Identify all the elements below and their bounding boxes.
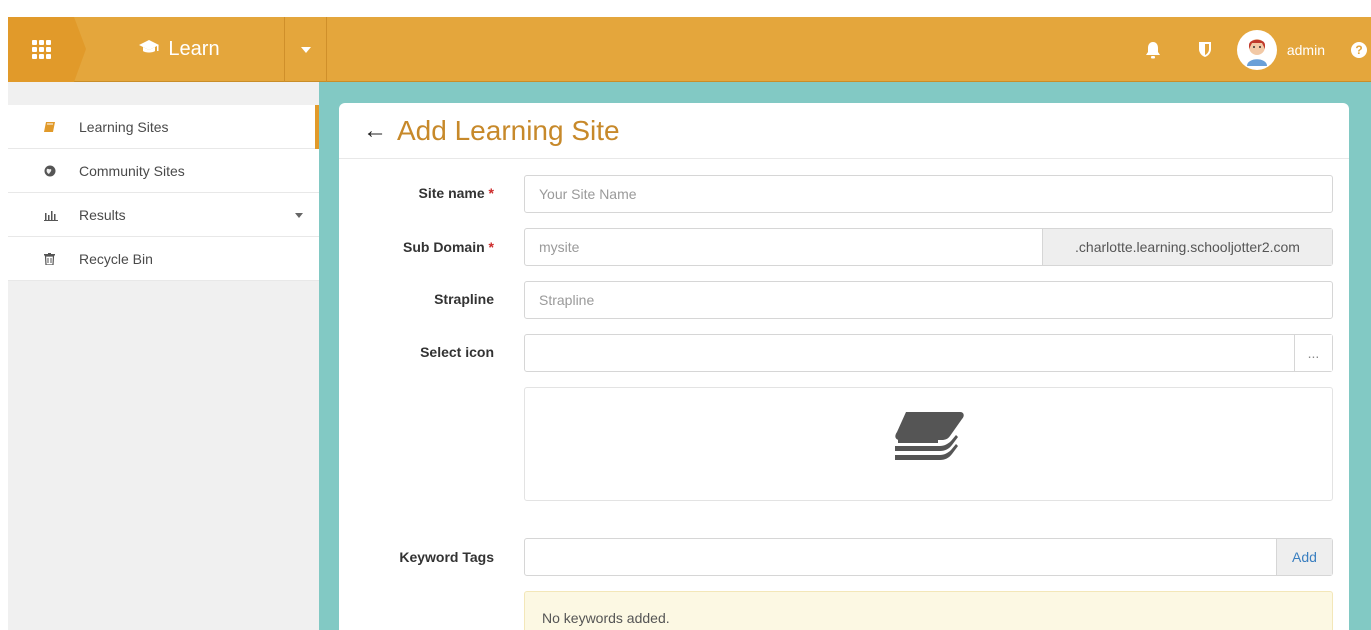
add-site-form-panel: ← Add Learning Site Site name * Your Sit… xyxy=(339,103,1349,630)
required-marker: * xyxy=(488,239,494,255)
sidebar-item-label: Learning Sites xyxy=(79,118,169,135)
learn-app-tab[interactable]: Learn xyxy=(74,17,284,82)
sidebar-item-label: Results xyxy=(79,206,126,223)
page-title: Add Learning Site xyxy=(397,114,620,146)
user-avatar-icon xyxy=(1246,38,1267,66)
trash-icon xyxy=(44,237,55,281)
site-name-label: Site name * xyxy=(339,185,494,201)
user-name[interactable]: admin xyxy=(1287,42,1325,58)
grid-icon xyxy=(31,40,51,59)
keyword-tags-input[interactable]: Add xyxy=(524,538,1333,576)
top-right-tools: admin ? xyxy=(1127,17,1371,82)
sidebar-item-results[interactable]: Results xyxy=(8,193,319,237)
keyword-tags-label: Keyword Tags xyxy=(399,549,494,565)
panel-header: ← Add Learning Site xyxy=(339,103,1349,159)
app-switch-dropdown[interactable] xyxy=(284,17,327,82)
bar-chart-icon xyxy=(44,193,58,237)
avatar[interactable] xyxy=(1236,29,1277,70)
globe-icon xyxy=(44,149,56,193)
sidebar-item-label: Recycle Bin xyxy=(79,250,153,267)
select-icon-input[interactable]: ... xyxy=(524,334,1333,372)
domain-suffix: .charlotte.learning.schooljotter2.com xyxy=(1042,229,1332,265)
site-name-label-text: Site name xyxy=(418,185,485,201)
breadcrumb-chevron xyxy=(74,17,86,82)
site-name-input[interactable]: Your Site Name xyxy=(524,175,1333,213)
sidebar-item-label: Community Sites xyxy=(79,162,185,179)
sub-domain-label-text: Sub Domain xyxy=(402,239,485,255)
sub-domain-input[interactable]: mysite .charlotte.learning.schooljotter2… xyxy=(524,228,1333,266)
help-icon[interactable]: ? xyxy=(1351,41,1367,58)
browse-icon-button[interactable]: ... xyxy=(1294,335,1332,371)
stacked-books-icon xyxy=(894,412,964,460)
sub-domain-placeholder: mysite xyxy=(539,239,580,255)
sidebar-nav: Learning Sites Community Sites Results R… xyxy=(8,105,319,281)
shield-icon xyxy=(1198,42,1211,57)
notifications-button[interactable] xyxy=(1127,17,1179,82)
sub-domain-label: Sub Domain * xyxy=(339,239,494,255)
select-icon-label: Select icon xyxy=(420,344,494,360)
sidebar-item-recycle-bin[interactable]: Recycle Bin xyxy=(8,237,319,281)
back-arrow-icon[interactable]: ← xyxy=(363,118,387,143)
book-icon xyxy=(44,105,56,149)
security-button[interactable] xyxy=(1179,17,1231,82)
app-window: Learn admin ? Learning Sites Community S… xyxy=(0,0,1371,630)
strapline-label: Strapline xyxy=(434,291,494,307)
bell-icon xyxy=(1145,41,1160,58)
strapline-input[interactable]: Strapline xyxy=(524,281,1333,319)
sidebar-item-learning-sites[interactable]: Learning Sites xyxy=(8,105,319,149)
no-keywords-alert: No keywords added. xyxy=(524,591,1333,630)
caret-down-icon xyxy=(300,46,311,53)
learn-app-label: Learn xyxy=(168,38,220,60)
icon-preview xyxy=(524,387,1333,501)
top-bar: Learn admin ? xyxy=(8,17,1371,82)
sidebar: Learning Sites Community Sites Results R… xyxy=(8,82,319,630)
add-keyword-button[interactable]: Add xyxy=(1276,539,1332,575)
caret-down-icon xyxy=(295,213,303,218)
required-marker: * xyxy=(488,185,494,201)
sidebar-item-community-sites[interactable]: Community Sites xyxy=(8,149,319,193)
apps-menu-button[interactable] xyxy=(8,17,74,82)
graduation-cap-icon xyxy=(138,38,160,61)
